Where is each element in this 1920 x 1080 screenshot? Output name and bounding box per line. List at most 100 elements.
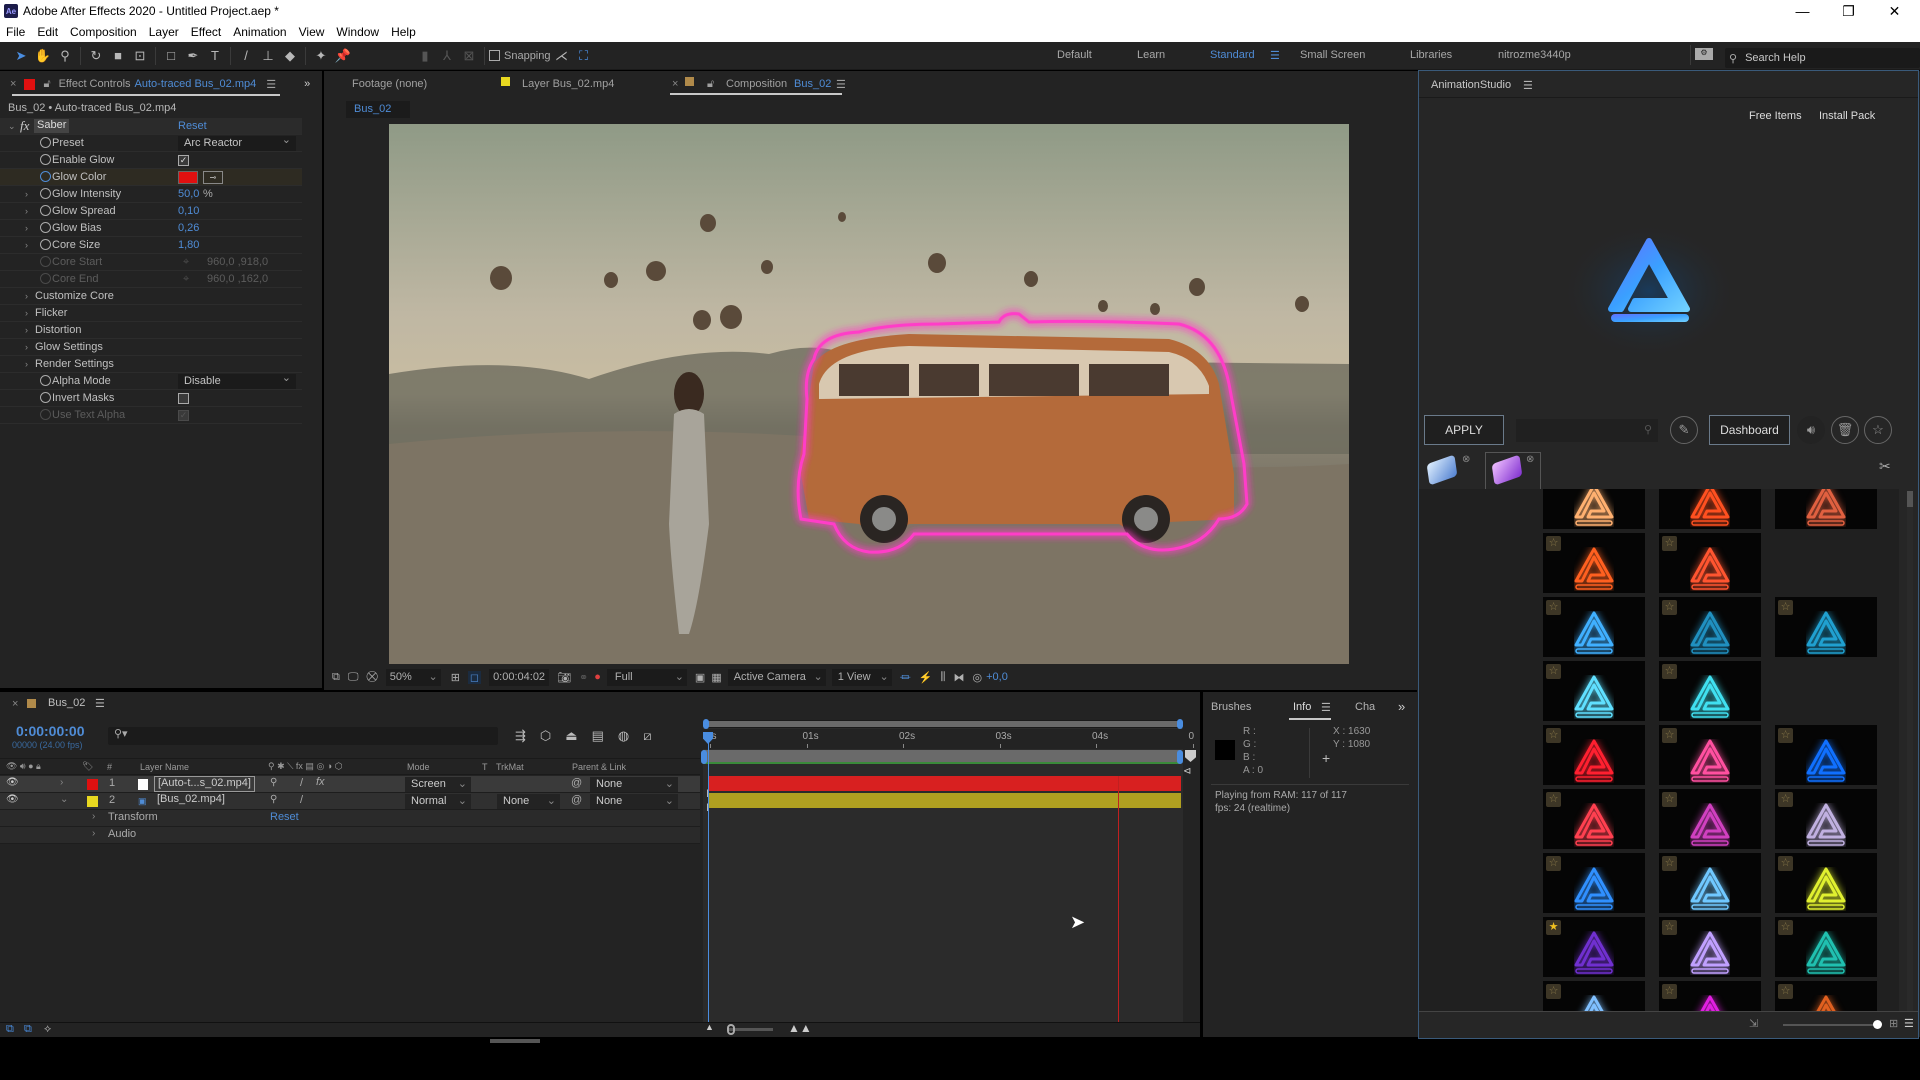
info-menu-icon[interactable]: ☰ (1321, 701, 1331, 714)
search-help-field[interactable]: ⚲ Search Help (1725, 48, 1920, 68)
expand-chevron-icon[interactable]: › (25, 342, 28, 352)
current-time-indicator[interactable] (708, 740, 709, 1022)
property-row-enable-glow[interactable]: Enable Glow ✓ (0, 152, 302, 169)
current-time-display[interactable]: 0:00:04:02 (489, 668, 550, 686)
visibility-eye-icon[interactable]: 👁︎ (6, 777, 19, 788)
property-checkbox[interactable] (178, 393, 189, 404)
favorite-star-icon[interactable]: ☆ (1778, 984, 1793, 999)
work-area-end-handle[interactable] (1177, 750, 1183, 764)
effect-header-row[interactable]: ⌄ fx Saber Reset (0, 118, 302, 135)
favorite-star-icon[interactable]: ☆ (1546, 856, 1561, 871)
work-area-start-handle[interactable] (701, 750, 707, 764)
panel-resize-handle[interactable] (490, 1039, 540, 1043)
property-row-preset[interactable]: Preset Arc Reactor (0, 133, 302, 152)
parent-dropdown[interactable]: None ⌄ (590, 794, 678, 809)
menu-effect[interactable]: Effect (185, 25, 227, 39)
panel-menu-icon[interactable]: ☰ (266, 78, 276, 91)
preset-thumbnail[interactable]: ★ (1543, 917, 1645, 977)
menu-layer[interactable]: Layer (143, 25, 185, 39)
preset-thumbnail[interactable]: ☆ (1543, 725, 1645, 785)
property-value[interactable]: 0,26 (178, 222, 199, 234)
workspace-nitrozme3440p[interactable]: nitrozme3440p (1498, 49, 1571, 61)
frame-blending-icon[interactable]: ▤ (592, 728, 604, 744)
preset-thumbnail[interactable]: ☆ (1543, 489, 1645, 529)
expand-chevron-icon[interactable]: › (25, 223, 28, 233)
in-out-toggle-icon[interactable]: ⟡ (44, 1023, 51, 1036)
remove-pack-icon[interactable]: ⊗ (1462, 454, 1470, 465)
favorite-star-icon[interactable]: ☆ (1662, 920, 1677, 935)
favorite-icon[interactable]: ☆ (1864, 416, 1892, 444)
workspace-libraries[interactable]: Libraries (1410, 49, 1452, 61)
reset-link[interactable]: Reset (270, 811, 299, 823)
preset-thumbnail[interactable]: ☆ (1543, 789, 1645, 849)
channel-icon[interactable]: ● (594, 671, 601, 683)
favorite-star-icon[interactable]: ☆ (1778, 728, 1793, 743)
visibility-eye-icon[interactable]: 👁︎ (6, 794, 19, 805)
work-area-bar[interactable] (703, 750, 1181, 764)
effects-switch-icon[interactable]: fx (316, 776, 325, 788)
puppet-pin-tool-icon[interactable]: 📌 (332, 45, 354, 67)
remove-pack-icon[interactable]: ⊗ (1526, 454, 1534, 465)
property-group-customize-core[interactable]: › Customize Core (0, 288, 302, 305)
preset-thumbnail[interactable]: ☆ (1659, 917, 1761, 977)
property-row-glow-bias[interactable]: › Glow Bias 0,26 (0, 220, 302, 237)
world-axis-icon[interactable]: ⊠ (458, 45, 480, 67)
property-group-row[interactable]: › Audio (0, 827, 700, 844)
layer-marker-icon[interactable]: ⊲ (1183, 766, 1191, 777)
preset-thumbnail[interactable]: ☆ (1775, 725, 1877, 785)
grid-view-icon[interactable]: ⊞ (1889, 1017, 1898, 1030)
zoom-tool-icon[interactable]: ⚲ (54, 45, 76, 67)
brush-tool-icon[interactable]: / (235, 45, 257, 67)
layer-row[interactable]: 👁︎ › 1 [Auto-t...s_02.mp4] ⚲ / fx Screen ⌄ @ None ⌄ (0, 776, 700, 793)
shy-switch-icon[interactable]: ⚲ (270, 777, 277, 788)
property-dropdown[interactable]: Disable (178, 371, 296, 389)
layer-row[interactable]: 👁︎ ⌄ 2 ▣ [Bus_02.mp4] ⚲ / Normal ⌄ None ⌄ @ None ⌄ (0, 793, 700, 810)
viewer-menu-icon[interactable]: ☰ (836, 78, 846, 91)
workspace-learn[interactable]: Learn (1137, 49, 1165, 61)
clone-stamp-tool-icon[interactable]: ⊥ (257, 45, 279, 67)
dashboard-button[interactable]: Dashboard (1709, 415, 1790, 445)
zoom-in-icon[interactable]: ▲▲ (788, 1021, 812, 1035)
preset-thumbnail[interactable]: ☆ (1775, 489, 1877, 529)
studio-menu-icon[interactable]: ☰ (1523, 79, 1533, 92)
exposure-value[interactable]: +0,0 (986, 671, 1008, 683)
pick-whip-icon[interactable]: @ (571, 794, 582, 806)
blend-mode-dropdown[interactable]: Screen ⌄ (405, 777, 471, 792)
property-row-use-text-alpha[interactable]: Use Text Alpha ✓ (0, 407, 302, 424)
property-checkbox[interactable]: ✓ (178, 410, 189, 421)
timeline-icon[interactable]: ⫼ (940, 671, 945, 684)
timeline-menu-icon[interactable]: ☰ (95, 697, 105, 710)
favorite-star-icon[interactable]: ☆ (1662, 984, 1677, 999)
region-of-interest-icon[interactable]: ▣ (695, 671, 705, 684)
layer-duration-bar[interactable] (709, 793, 1181, 808)
install-pack-link[interactable]: Install Pack (1819, 110, 1875, 122)
stopwatch-icon[interactable] (40, 171, 51, 182)
rotate-tool-icon[interactable]: ↻ (85, 45, 107, 67)
effect-name[interactable]: Saber (34, 119, 70, 133)
close-comp-tab-icon[interactable]: × (672, 78, 678, 90)
favorite-star-icon[interactable]: ☆ (1662, 792, 1677, 807)
pixel-aspect-icon[interactable]: ⏛ (900, 669, 911, 685)
stopwatch-icon[interactable] (40, 375, 51, 386)
custom-edit-icon[interactable]: ✎ (1670, 416, 1698, 444)
stopwatch-icon[interactable] (40, 188, 51, 199)
stopwatch-icon[interactable] (40, 137, 51, 148)
favorite-star-icon[interactable]: ☆ (1546, 792, 1561, 807)
time-ruler[interactable]: 0s01s02s03s04s0 (703, 729, 1194, 749)
tab-effect-controls[interactable]: Effect Controls (59, 78, 131, 90)
stopwatch-icon[interactable] (40, 409, 51, 420)
align-icon[interactable]: ▮ (414, 45, 436, 67)
lock-icon[interactable]: 🔓︎ (43, 78, 50, 91)
apply-button[interactable]: APPLY (1424, 415, 1504, 445)
property-group-render-settings[interactable]: › Render Settings (0, 356, 302, 373)
layer-name[interactable]: [Bus_02.mp4] (154, 793, 228, 809)
zoom-dropdown[interactable]: 50% ⌄ (385, 668, 441, 686)
stopwatch-icon[interactable] (40, 256, 51, 267)
expand-chevron-icon[interactable]: › (25, 189, 28, 199)
hand-tool-icon[interactable]: ✋ (32, 45, 54, 67)
camera-dropdown[interactable]: Active Camera ⌄ (727, 668, 826, 686)
safe-zones-icon[interactable]: ⊞ (451, 671, 460, 684)
menu-view[interactable]: View (293, 25, 331, 39)
property-row-glow-color[interactable]: Glow Color ⊸ (0, 169, 302, 186)
stopwatch-icon[interactable] (40, 154, 51, 165)
